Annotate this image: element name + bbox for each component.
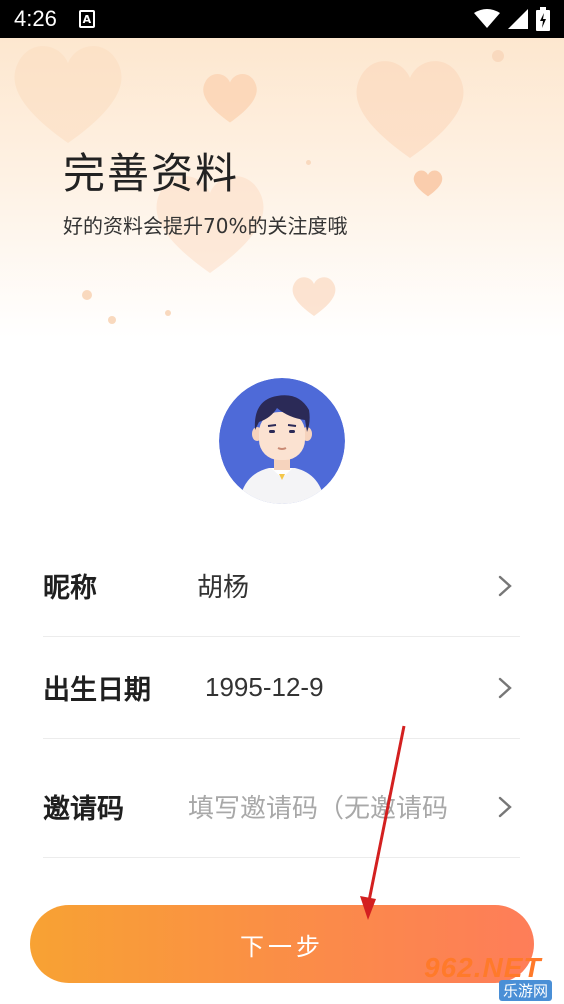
birthday-value: 1995-12-9 (205, 672, 324, 702)
invite-code-label: 邀请码 (43, 794, 124, 825)
heart-decoration-icon (14, 46, 122, 143)
dot-decoration (306, 160, 311, 165)
app-notification-icon: A (78, 10, 95, 28)
invite-code-row[interactable]: 邀请码 填写邀请码（无邀请码 (43, 756, 520, 858)
chevron-right-icon (498, 677, 512, 698)
user-avatar-icon (219, 378, 345, 504)
birthday-row[interactable]: 出生日期 1995-12-9 (43, 637, 520, 739)
dot-decoration (82, 290, 92, 300)
status-bar: 4:26 A (0, 0, 564, 38)
battery-icon (536, 7, 550, 31)
nickname-row[interactable]: 昵称 胡杨 (43, 535, 520, 637)
heart-decoration-icon (356, 61, 464, 158)
invite-code-input[interactable]: 填写邀请码（无邀请码 (188, 788, 464, 825)
heart-decoration-icon (292, 277, 336, 316)
dot-decoration (492, 50, 504, 62)
page-subtitle: 好的资料会提升70%的关注度哦 (63, 214, 348, 238)
watermark-sub-text: 乐游网 (498, 980, 552, 1001)
signal-icon (508, 9, 528, 29)
status-icons (474, 7, 550, 31)
birthday-label: 出生日期 (43, 675, 151, 706)
wifi-icon (474, 9, 500, 28)
dot-decoration (165, 310, 171, 316)
dot-decoration (108, 316, 116, 324)
nickname-label: 昵称 (43, 573, 97, 604)
avatar[interactable] (219, 378, 345, 504)
site-watermark-logo: 962.NET 乐游网 (424, 950, 558, 1001)
page-title: 完善资料 (63, 149, 240, 198)
status-time: 4:26 (14, 6, 57, 31)
chevron-right-icon (498, 796, 512, 817)
next-step-label: 下一步 (240, 932, 324, 961)
heart-decoration-icon (413, 170, 443, 197)
nickname-value: 胡杨 (197, 573, 250, 603)
heart-decoration-icon (203, 74, 257, 123)
chevron-right-icon (498, 575, 512, 596)
